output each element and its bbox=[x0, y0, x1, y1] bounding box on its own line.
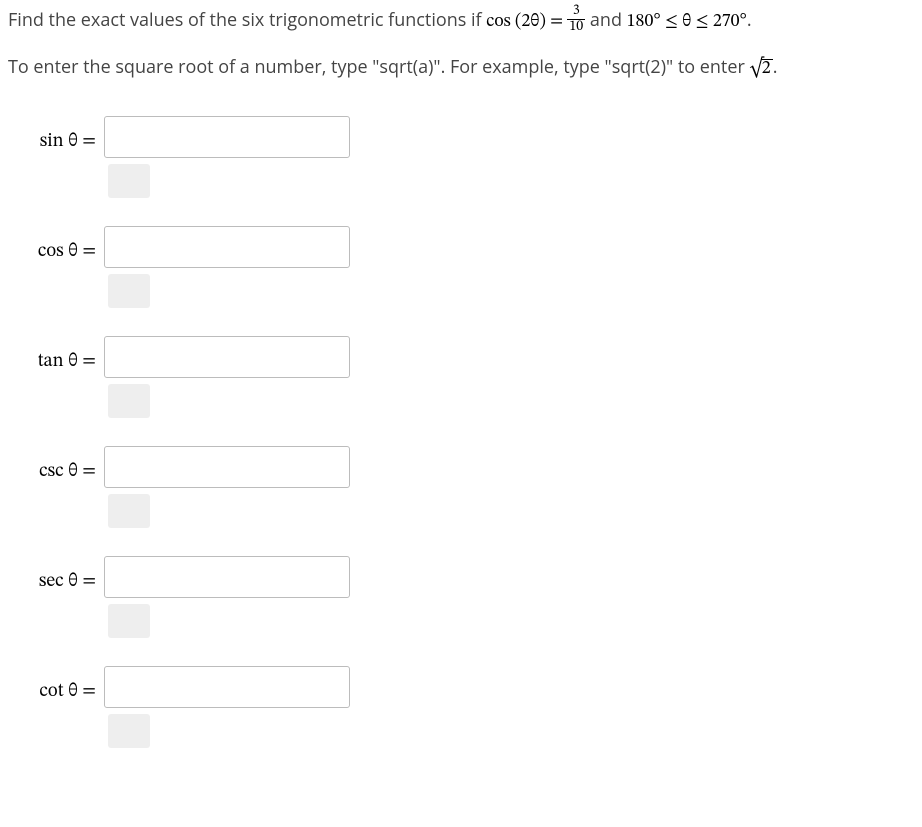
problem-pre: Find the exact values of the six trigono… bbox=[8, 8, 486, 32]
answer-row-tan: tan θ = bbox=[18, 336, 914, 418]
problem-post: . bbox=[747, 8, 752, 32]
label-sec: sec θ = bbox=[18, 556, 104, 596]
answer-row-cot: cot θ = bbox=[18, 666, 914, 748]
status-sec bbox=[108, 604, 150, 638]
input-hint: To enter the square root of a number, ty… bbox=[8, 54, 914, 82]
input-cos[interactable] bbox=[104, 226, 350, 268]
label-cot: cot θ = bbox=[18, 666, 104, 706]
sqrt-example: √2 bbox=[749, 60, 772, 78]
theta-range: 180° ≤ θ ≤ 270° bbox=[627, 13, 747, 31]
fraction: 310 bbox=[567, 4, 585, 34]
label-sin: sin θ = bbox=[18, 116, 104, 156]
status-sin bbox=[108, 164, 150, 198]
cos-expression: cos (2θ) = bbox=[486, 13, 567, 31]
label-csc: csc θ = bbox=[18, 446, 104, 486]
hint-pre: To enter the square root of a number, ty… bbox=[8, 55, 749, 79]
answer-row-cos: cos θ = bbox=[18, 226, 914, 308]
label-cos: cos θ = bbox=[18, 226, 104, 266]
hint-post: . bbox=[773, 55, 778, 79]
status-cos bbox=[108, 274, 150, 308]
input-sec[interactable] bbox=[104, 556, 350, 598]
answer-row-csc: csc θ = bbox=[18, 446, 914, 528]
status-tan bbox=[108, 384, 150, 418]
problem-mid: and bbox=[585, 8, 626, 32]
fraction-denominator: 10 bbox=[567, 19, 585, 35]
problem-statement: Find the exact values of the six trigono… bbox=[8, 6, 914, 36]
answer-row-sin: sin θ = bbox=[18, 116, 914, 198]
label-tan: tan θ = bbox=[18, 336, 104, 376]
status-cot bbox=[108, 714, 150, 748]
answer-row-sec: sec θ = bbox=[18, 556, 914, 638]
fraction-numerator: 3 bbox=[567, 4, 585, 19]
status-csc bbox=[108, 494, 150, 528]
sqrt-radicand: 2 bbox=[761, 59, 773, 78]
input-tan[interactable] bbox=[104, 336, 350, 378]
answers-section: sin θ = cos θ = tan θ = csc θ = sec θ = bbox=[8, 116, 914, 748]
input-cot[interactable] bbox=[104, 666, 350, 708]
input-csc[interactable] bbox=[104, 446, 350, 488]
input-sin[interactable] bbox=[104, 116, 350, 158]
